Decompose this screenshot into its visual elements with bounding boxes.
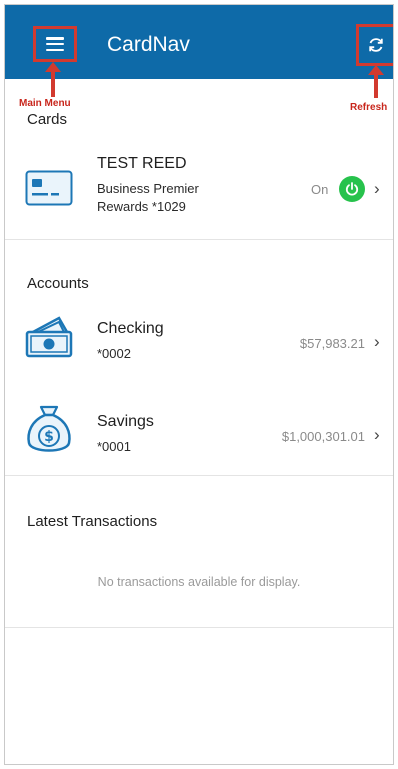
card-item[interactable]: TEST REED Business Premier Rewards *1029… (5, 145, 393, 237)
section-divider (5, 627, 393, 628)
app-title: CardNav (107, 33, 190, 56)
refresh-icon (369, 38, 383, 52)
card-product-line2: Rewards *1029 (97, 199, 186, 214)
account-balance: $57,983.21 (299, 336, 365, 351)
section-divider (5, 475, 393, 476)
svg-text:$: $ (44, 429, 54, 445)
chevron-right-icon: › (374, 425, 380, 444)
card-product-line1: Business Premier (97, 181, 199, 196)
account-number: *0002 (97, 346, 131, 361)
refresh-annotation-arrow (368, 65, 384, 98)
chevron-right-icon: › (374, 332, 380, 351)
account-name: Savings (97, 413, 154, 430)
main-menu-button[interactable] (33, 26, 77, 62)
app-bar: CardNav (5, 5, 393, 79)
chevron-right-icon: › (374, 179, 380, 198)
refresh-button[interactable] (356, 24, 393, 66)
transactions-section-title: Latest Transactions (27, 513, 158, 530)
app-frame: CardNav Main Menu Refresh Cards TEST REE… (4, 4, 394, 765)
refresh-annotation: Refresh (350, 102, 388, 113)
card-name: TEST REED (97, 155, 187, 172)
account-number: *0001 (97, 439, 131, 454)
transactions-empty-message: No transactions available for display. (97, 575, 301, 589)
main-menu-annotation: Main Menu (19, 98, 71, 109)
main-menu-annotation-arrow (45, 62, 61, 97)
cards-section-title: Cards (27, 111, 68, 128)
credit-card-icon (25, 170, 73, 206)
card-power-toggle[interactable] (339, 176, 365, 202)
power-icon (345, 182, 359, 196)
hamburger-menu-icon (46, 37, 64, 51)
card-status-label: On (311, 182, 329, 197)
section-divider (5, 239, 393, 240)
account-item-checking[interactable]: Checking *0002 $57,983.21 › (5, 310, 393, 370)
account-name: Checking (97, 320, 164, 337)
accounts-section-title: Accounts (27, 275, 89, 292)
cash-stack-icon (25, 316, 73, 358)
account-balance: $1,000,301.01 (281, 429, 365, 444)
account-item-savings[interactable]: $ Savings *0001 $1,000,301.01 › (5, 399, 393, 465)
money-bag-icon: $ (27, 405, 71, 452)
